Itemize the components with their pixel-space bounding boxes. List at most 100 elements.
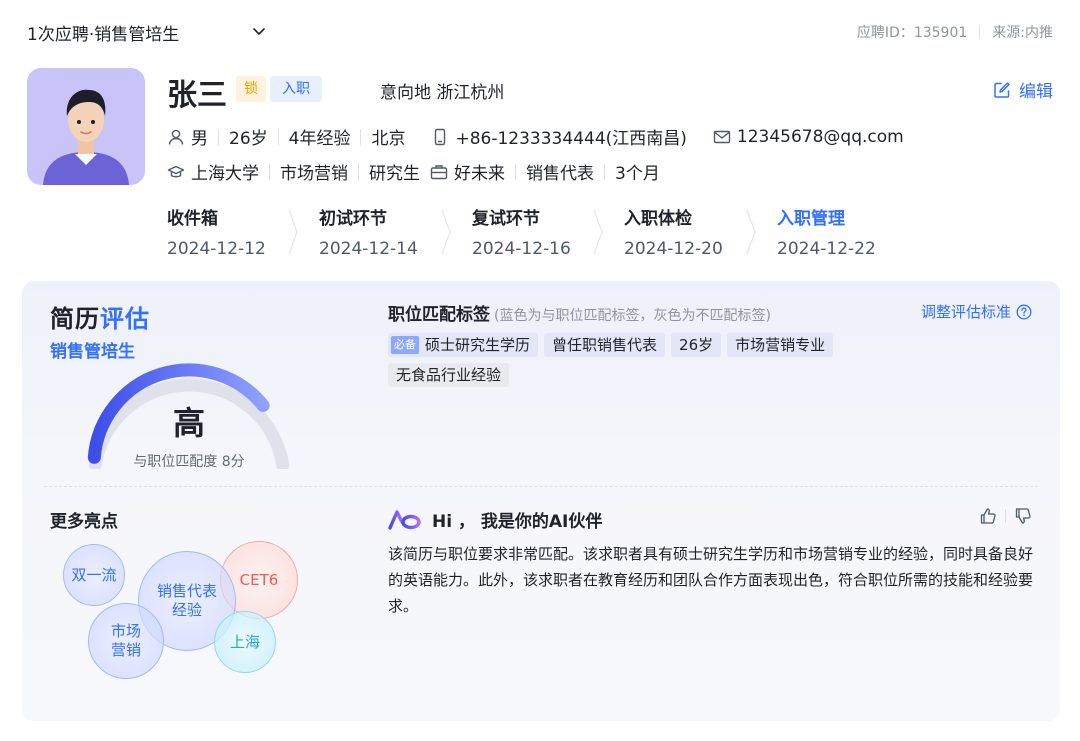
stage-date: 2024-12-14 (319, 239, 418, 259)
tags-title: 职位匹配标签 (蓝色为与职位匹配标签，灰色为不匹配标签) (388, 300, 771, 325)
graduation-cap-icon (167, 165, 185, 177)
edit-button[interactable]: 编辑 (993, 77, 1053, 102)
email[interactable]: 12345678@qq.com (737, 127, 904, 147)
match-level: 高 (172, 404, 205, 442)
major: 市场营销 (280, 164, 348, 184)
application-title[interactable]: 1次应聘·销售管培生 (27, 20, 179, 45)
thumbs-up-icon[interactable] (979, 507, 997, 525)
degree: 研究生 (369, 164, 420, 184)
help-icon (1016, 304, 1032, 319)
edit-label: 编辑 (1019, 82, 1053, 102)
adjust-criteria-button[interactable]: 调整评估标准 (921, 301, 1032, 322)
divider (358, 163, 359, 180)
lock-badge: 锁 (236, 76, 266, 102)
person-icon (168, 129, 184, 145)
highlight-label: 双一流 (71, 565, 117, 584)
briefcase-icon (430, 164, 448, 179)
age: 26岁 (229, 129, 268, 149)
stage-title: 入职管理 (777, 209, 845, 229)
phone-icon (435, 128, 446, 145)
mail-icon (713, 130, 731, 143)
candidate-name: 张三 (167, 78, 227, 113)
school: 上海大学 (191, 164, 259, 184)
evaluation-title-main: 简历 (50, 305, 100, 333)
divider (277, 128, 279, 145)
stage-first-interview[interactable]: 初试环节 2024-12-14 (319, 204, 459, 259)
stage-separator (288, 209, 298, 255)
highlight-label: 上海 (229, 632, 260, 651)
stage-title: 初试环节 (319, 209, 387, 229)
highlight-label: CET6 (239, 570, 279, 589)
required-badge: 必备 (391, 336, 419, 354)
divider (604, 163, 605, 180)
phone[interactable]: +86-1233334444(江西南昌) (455, 124, 686, 149)
divider (515, 163, 516, 180)
gender: 男 (191, 129, 208, 149)
highlight-bubble: 市场营销 (88, 603, 164, 679)
ai-title: Hi ， 我是你的AI伙伴 (388, 507, 602, 532)
stage-second-interview[interactable]: 复试环节 2024-12-16 (472, 204, 612, 259)
thumbs-down-icon[interactable] (1014, 507, 1032, 525)
avatar-illustration (43, 89, 129, 185)
highlights-bubbles: 双一流 CET6 销售代表经验 市场营销 上海 (50, 531, 310, 706)
stage-title: 复试环节 (472, 209, 540, 229)
stage-medical-check[interactable]: 入职体检 2024-12-20 (624, 204, 764, 259)
stage-date: 2024-12-22 (777, 239, 876, 259)
highlights-title: 更多亮点 (50, 512, 118, 532)
stage-title: 入职体检 (624, 209, 692, 229)
stage-separator (746, 209, 756, 255)
stage-separator (441, 209, 451, 255)
experience: 4年经验 (288, 129, 351, 149)
stage-title: 收件箱 (167, 209, 218, 229)
match-score: 与职位匹配度 8分 (133, 454, 245, 470)
divider (1005, 509, 1006, 523)
match-tag: 26岁 (671, 333, 722, 357)
divider (269, 163, 270, 180)
application-source: 来源:内推 (992, 25, 1053, 41)
highlight-label: 销售代表经验 (156, 582, 217, 619)
highlight-label: 市场营销 (110, 622, 141, 659)
stage-separator (593, 209, 603, 255)
avatar (27, 68, 145, 185)
evaluation-card: 简历评估 销售管培生 高 与职位匹配度 8分 职位匹配标签 (蓝色为与职位匹配标签… (22, 281, 1060, 721)
stage-onboarding[interactable]: 入职管理 2024-12-22 (777, 204, 917, 259)
city: 北京 (371, 129, 406, 149)
divider (218, 128, 219, 145)
match-tags: 必备 硕士研究生学历 曾任职销售代表 26岁 市场营销专业 无食品行业经验 (388, 333, 868, 387)
stage-date: 2024-12-12 (167, 239, 266, 259)
highlight-bubble: 上海 (214, 611, 276, 673)
ai-logo-icon (388, 509, 421, 530)
stage-inbox[interactable]: 收件箱 2024-12-12 (167, 204, 307, 259)
edit-icon (994, 81, 1010, 98)
section-divider (44, 486, 1038, 487)
ai-title-text: Hi ， 我是你的AI伙伴 (432, 512, 603, 532)
tag-label: 硕士研究生学历 (425, 336, 531, 354)
company: 好未来 (454, 164, 505, 184)
top-bar: 1次应聘·销售管培生 应聘ID：135901 来源:内推 (0, 0, 1080, 62)
tags-title-text: 职位匹配标签 (388, 305, 490, 325)
ai-summary: 该简历与职位要求非常匹配。该求职者具有硕士研究生学历和市场营销专业的经验，同时具… (388, 545, 1034, 615)
status-badge: 入职 (270, 76, 322, 102)
divider (979, 25, 981, 39)
intent-location: 意向地 浙江杭州 (380, 83, 505, 103)
match-tag: 必备 硕士研究生学历 (388, 333, 539, 357)
duration: 3个月 (615, 164, 660, 184)
tags-note: (蓝色为与职位匹配标签，灰色为不匹配标签) (494, 308, 771, 324)
chevron-down-icon[interactable] (250, 22, 268, 40)
mismatch-tag: 无食品行业经验 (388, 363, 510, 387)
divider (360, 128, 362, 145)
application-id: 应聘ID：135901 (856, 25, 968, 41)
stage-date: 2024-12-20 (624, 239, 723, 259)
education-work-row: 上海大学 市场营销 研究生 好未来 销售代表 3个月 (167, 159, 660, 184)
match-tag: 市场营销专业 (727, 333, 834, 357)
application-meta: 应聘ID：135901 来源:内推 (857, 22, 1053, 42)
highlight-bubble: 双一流 (63, 544, 125, 606)
basic-info-row: 男 26岁 4年经验 北京 +86-1233334444(江西南昌) 12345… (167, 124, 904, 149)
match-tag: 曾任职销售代表 (544, 333, 666, 357)
adjust-criteria-label: 调整评估标准 (920, 303, 1011, 321)
stage-date: 2024-12-16 (472, 239, 571, 259)
position: 销售代表 (526, 164, 594, 184)
evaluation-title-accent: 评估 (100, 305, 150, 333)
evaluation-title: 简历评估 (50, 299, 150, 334)
ai-feedback (979, 507, 1032, 525)
